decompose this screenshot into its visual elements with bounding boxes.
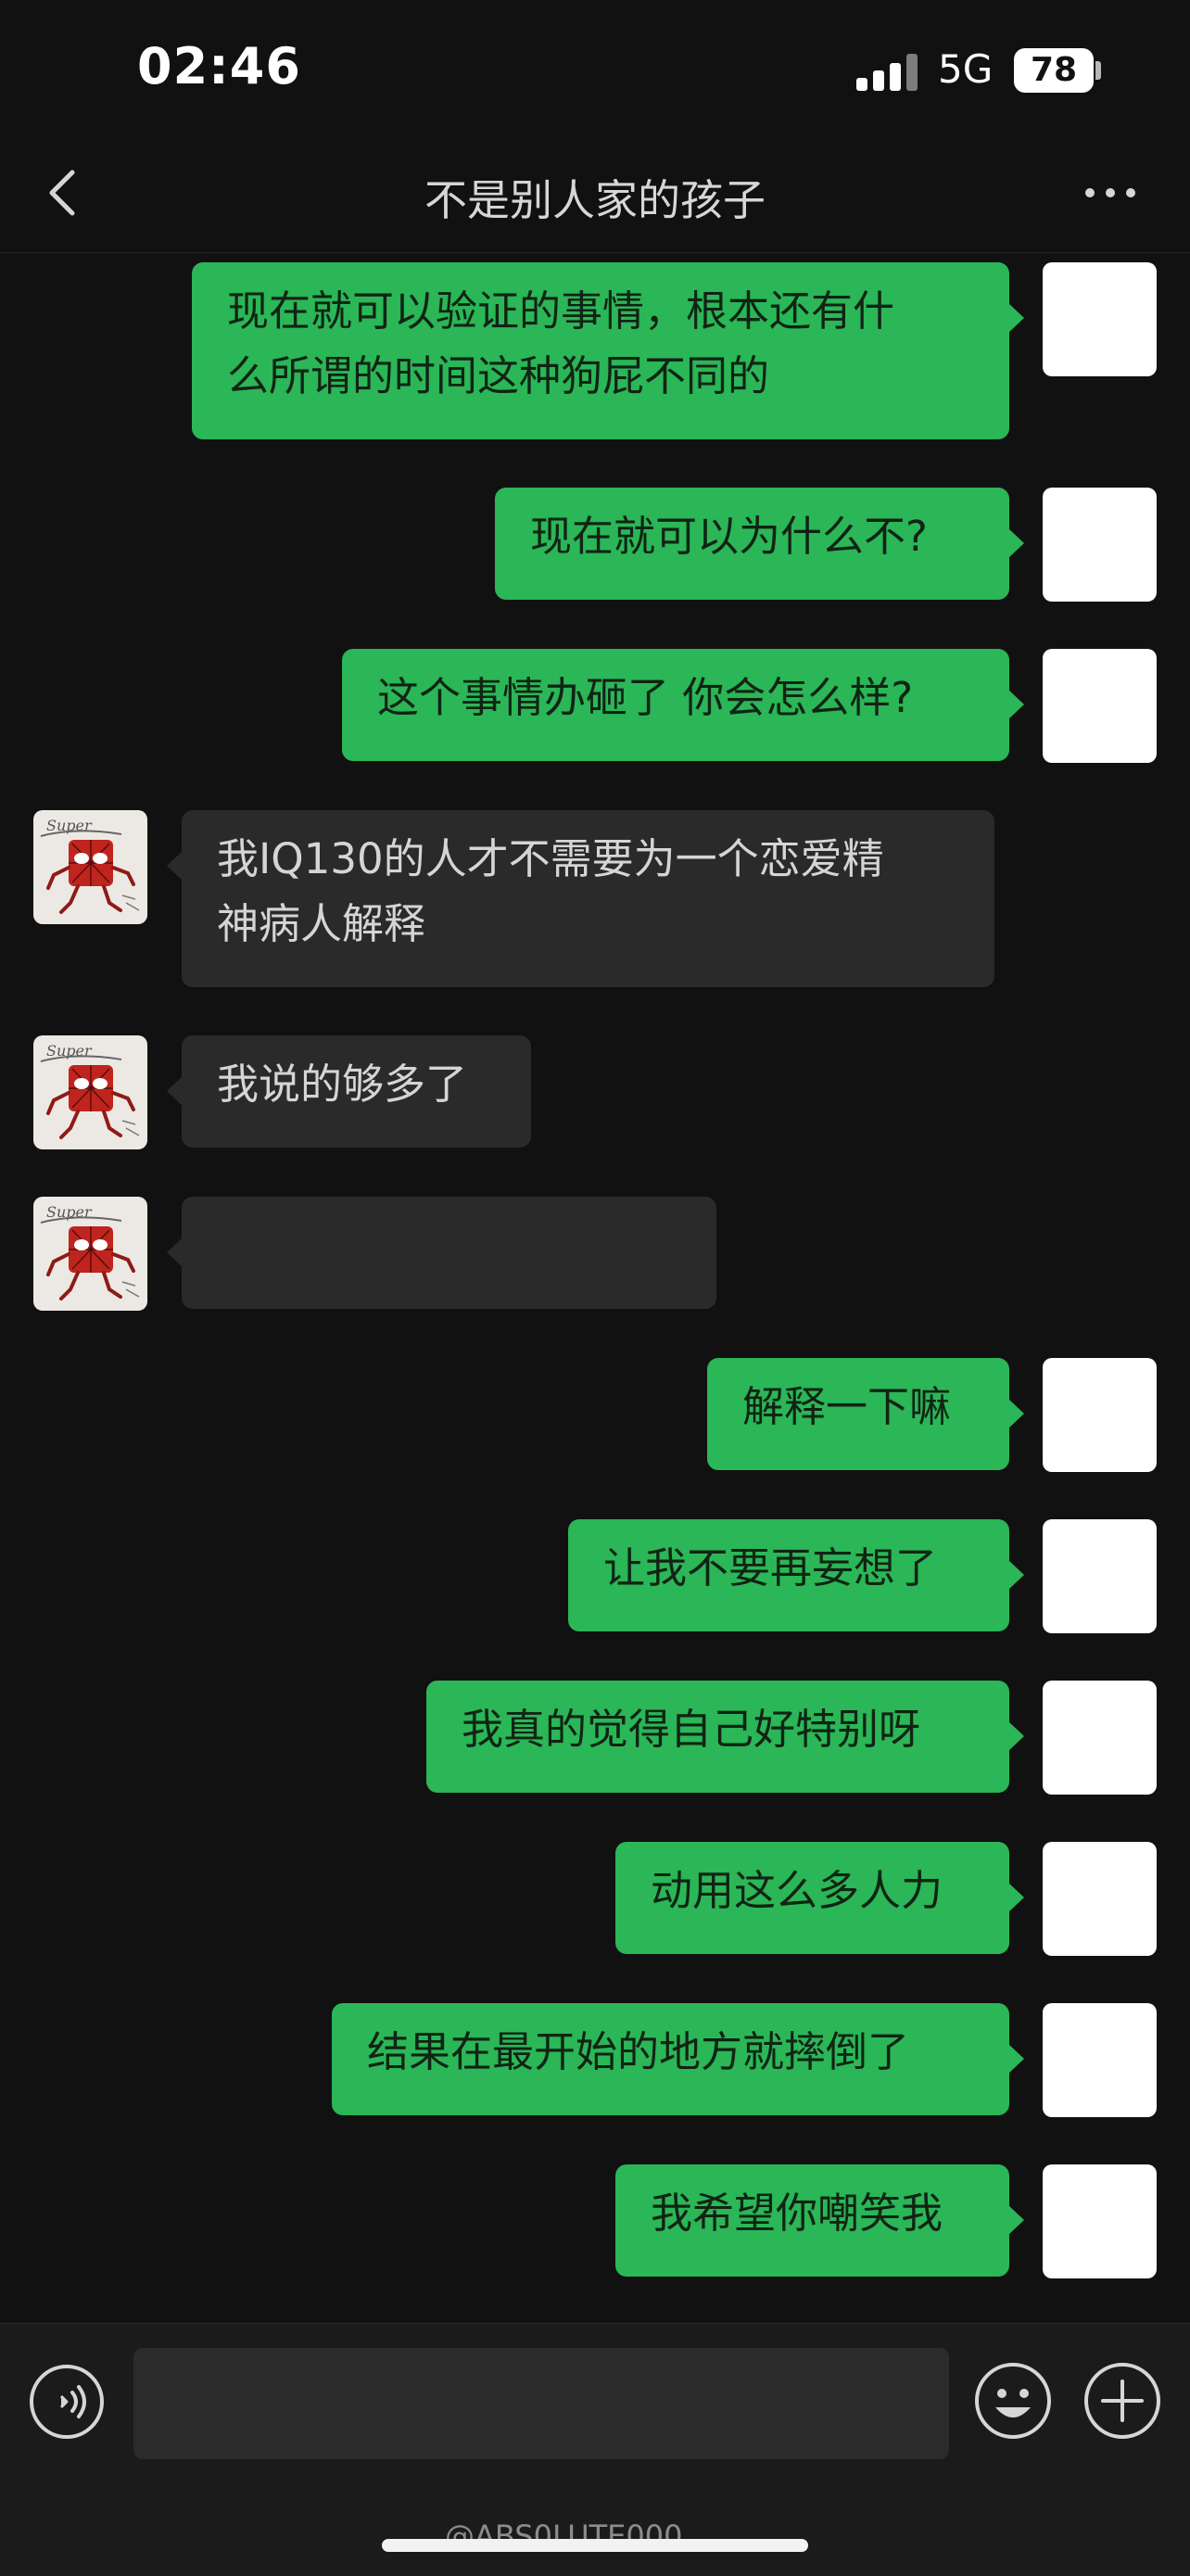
status-time: 02:46	[137, 37, 301, 95]
more-button[interactable]	[1081, 176, 1140, 209]
chat-header: 不是别人家的孩子	[0, 139, 1190, 253]
sent-message[interactable]: 解释一下嘛	[707, 1358, 1024, 1470]
sent-message[interactable]: 现在就可以为什么不?	[495, 488, 1024, 600]
received-message-blank[interactable]	[167, 1197, 716, 1309]
more-icon	[1085, 188, 1135, 197]
sent-message[interactable]: 让我不要再妄想了	[568, 1519, 1024, 1631]
sent-message[interactable]: 现在就可以验证的事情，根本还有什 么所谓的时间这种狗屁不同的	[192, 262, 1024, 439]
received-message[interactable]: 我说的够多了	[167, 1035, 531, 1148]
chat-title: 不是别人家的孩子	[424, 175, 766, 225]
message-line: 我说的够多了	[217, 1060, 468, 1109]
message-line: 现在就可以为什么不?	[530, 512, 928, 561]
message-line: 解释一下嘛	[742, 1382, 952, 1431]
message-line: 我真的觉得自己好特别呀	[462, 1705, 921, 1754]
message-input[interactable]	[133, 2348, 949, 2459]
message-line: 让我不要再妄想了	[603, 1543, 938, 1593]
spider-mascot-icon: Super	[40, 1203, 140, 1301]
sent-message[interactable]: 我真的觉得自己好特别呀	[426, 1681, 1024, 1793]
my-avatar[interactable]	[1043, 649, 1157, 763]
contact-avatar[interactable]: Super	[33, 1197, 147, 1311]
message-line: 么所谓的时间这种狗屁不同的	[227, 351, 770, 400]
status-bar: 02:46 5G 78	[0, 0, 1190, 139]
spider-mascot-icon: Super	[40, 1042, 140, 1139]
add-button[interactable]	[1082, 2361, 1162, 2441]
contact-avatar[interactable]: Super	[33, 810, 147, 924]
my-avatar[interactable]	[1043, 2164, 1157, 2278]
my-avatar[interactable]	[1043, 1842, 1157, 1956]
network-type: 5G	[938, 46, 994, 92]
spider-mascot-icon: Super	[40, 817, 140, 914]
my-avatar[interactable]	[1043, 1519, 1157, 1633]
voice-button[interactable]	[28, 2363, 106, 2441]
message-line: 动用这么多人力	[651, 1866, 943, 1915]
sent-message[interactable]: 动用这么多人力	[615, 1842, 1024, 1954]
plus-circle-icon	[1084, 2363, 1160, 2439]
my-avatar[interactable]	[1043, 2003, 1157, 2117]
sent-message[interactable]: 这个事情办砸了 你会怎么样?	[342, 649, 1024, 761]
message-line: 现在就可以验证的事情，根本还有什	[227, 286, 895, 336]
signal-icon	[856, 54, 921, 91]
my-avatar[interactable]	[1043, 1358, 1157, 1472]
message-line: 结果在最开始的地方就摔倒了	[367, 2027, 910, 2076]
received-message[interactable]: 我IQ130的人才不需要为一个恋爱精 神病人解释	[167, 810, 994, 987]
battery-tip	[1095, 61, 1101, 80]
message-line: 我希望你嘲笑我	[651, 2189, 943, 2238]
voice-icon	[30, 2365, 104, 2439]
home-indicator[interactable]	[382, 2539, 808, 2552]
emoji-button[interactable]	[973, 2361, 1053, 2441]
contact-avatar[interactable]: Super	[33, 1035, 147, 1149]
message-line: 这个事情办砸了 你会怎么样?	[377, 673, 914, 722]
sent-message[interactable]: 我希望你嘲笑我	[615, 2164, 1024, 2277]
smiley-icon	[975, 2363, 1051, 2439]
input-bar: @ABS0LUTE000	[0, 2323, 1190, 2576]
battery-level: 78	[1030, 51, 1078, 89]
message-line: 神病人解释	[217, 899, 426, 948]
my-avatar[interactable]	[1043, 1681, 1157, 1795]
my-avatar[interactable]	[1043, 262, 1157, 376]
my-avatar[interactable]	[1043, 488, 1157, 602]
message-line: 我IQ130的人才不需要为一个恋爱精	[217, 834, 884, 883]
battery-icon: 78	[1014, 48, 1094, 93]
sent-message[interactable]: 结果在最开始的地方就摔倒了	[332, 2003, 1024, 2115]
